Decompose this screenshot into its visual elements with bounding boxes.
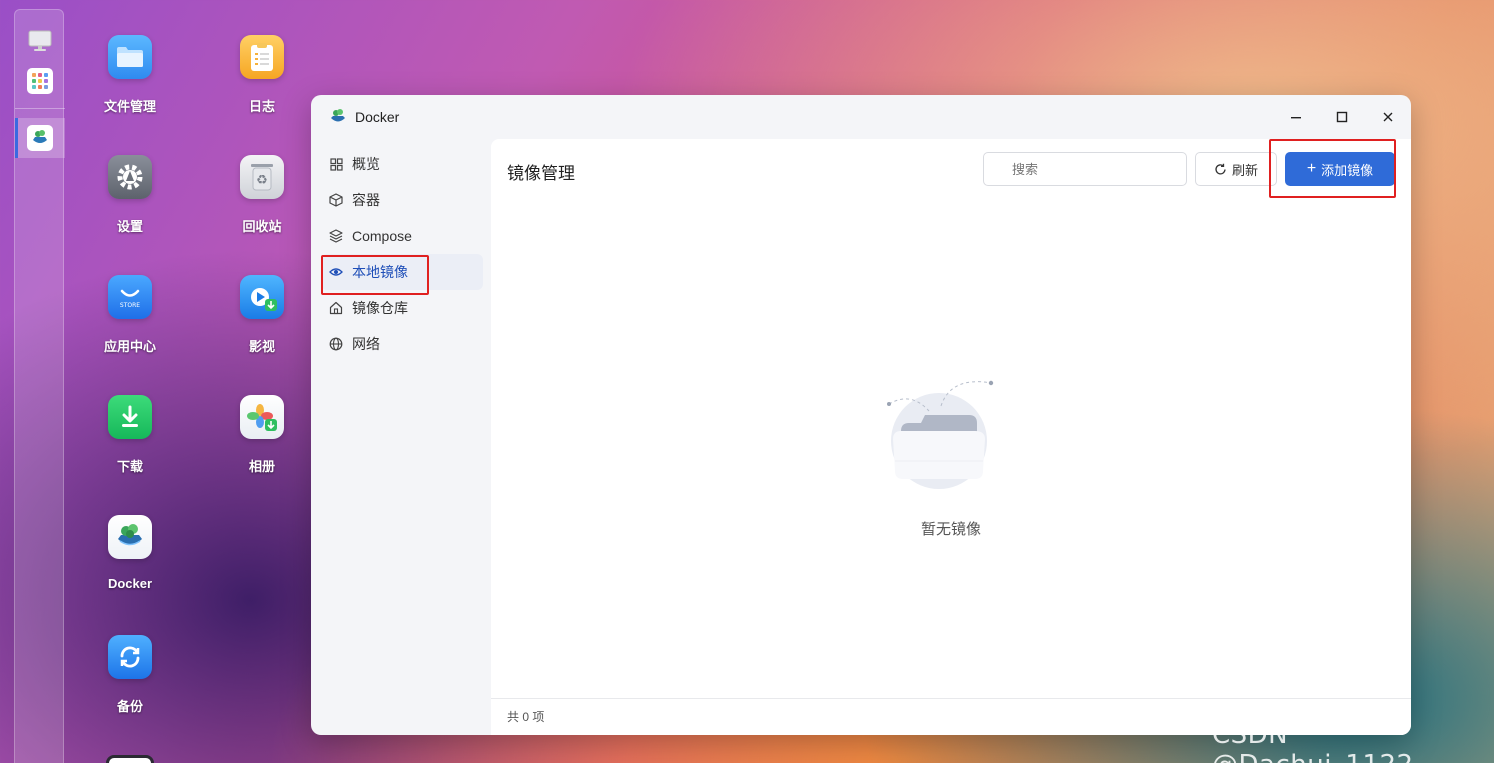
- desktop-icon-settings[interactable]: 设置: [90, 155, 170, 235]
- desktop-icon-log[interactable]: 日志: [222, 35, 302, 115]
- desktop-icon-files[interactable]: 文件管理: [90, 35, 170, 115]
- desktop-icon-label: 备份: [116, 699, 143, 714]
- store-icon: STORE: [108, 275, 152, 319]
- desktop-icon-download[interactable]: 下载: [90, 395, 170, 475]
- globe-icon: [329, 337, 343, 351]
- sidebar-item-local-images[interactable]: 本地镜像: [321, 254, 483, 290]
- sidebar-item-label: 镜像仓库: [352, 300, 408, 316]
- gear-icon: [108, 155, 152, 199]
- minimize-button[interactable]: [1286, 107, 1306, 127]
- refresh-button[interactable]: 刷新: [1195, 152, 1277, 186]
- docker-dock-icon[interactable]: [27, 125, 53, 151]
- sidebar-item-label: 网络: [352, 336, 380, 352]
- eye-icon: [329, 265, 343, 279]
- search-input[interactable]: [983, 152, 1187, 186]
- watermark: CSDN @Dachui_1122: [1212, 720, 1413, 763]
- window-title: Docker: [355, 109, 400, 125]
- grid-icon: [329, 157, 343, 171]
- desktop-icon-label: 影视: [248, 339, 275, 354]
- page-title: 镜像管理: [507, 164, 575, 183]
- desktop-icon-docker[interactable]: Docker: [90, 515, 170, 591]
- desktop-icon-label: 相册: [248, 459, 275, 474]
- sidebar-item-registry[interactable]: 镜像仓库: [321, 290, 483, 326]
- docker-icon: [108, 515, 152, 559]
- sidebar-item-containers[interactable]: 容器: [321, 182, 483, 218]
- maximize-icon: [1336, 111, 1348, 123]
- desktop-icon-photos[interactable]: 相册: [222, 395, 302, 475]
- home-icon: [329, 301, 343, 315]
- sidebar-item-label: 概览: [352, 156, 380, 172]
- folder-icon: [108, 35, 152, 79]
- desktop-icon-label: 设置: [116, 219, 143, 234]
- desktop-icon-label: 回收站: [242, 219, 282, 234]
- download-icon: [108, 395, 152, 439]
- dock-separator: [15, 108, 65, 109]
- partial-desktop-icon[interactable]: [106, 755, 154, 763]
- desktop-icon-backup[interactable]: 备份: [90, 635, 170, 715]
- desktop-icon-app-center[interactable]: STORE 应用中心: [90, 275, 170, 355]
- sidebar-item-label: Compose: [352, 228, 412, 244]
- main-content: 镜像管理 刷新 + 添加镜像 暂无镜像 共 0 项: [491, 139, 1411, 735]
- notepad-icon: [240, 35, 284, 79]
- photos-icon: [240, 395, 284, 439]
- plus-icon: +: [1306, 160, 1317, 177]
- sidebar-item-network[interactable]: 网络: [321, 326, 483, 362]
- sidebar-item-label: 本地镜像: [352, 264, 408, 280]
- minimize-icon: [1291, 117, 1301, 119]
- empty-folder-illustration: [881, 371, 1011, 501]
- svg-text:♻: ♻: [256, 173, 268, 188]
- sidebar-item-overview[interactable]: 概览: [321, 146, 483, 182]
- window-titlebar[interactable]: Docker: [311, 95, 1411, 139]
- refresh-label: 刷新: [1231, 162, 1258, 178]
- video-icon: [240, 275, 284, 319]
- docker-window: Docker 概览 容器 Compose 本地镜像 镜像仓库 网络 镜像管理 搜…: [311, 95, 1411, 735]
- desktop-icon-label: 文件管理: [103, 99, 156, 114]
- store-badge: STORE: [120, 302, 140, 309]
- layers-icon: [329, 229, 343, 243]
- desktop-icon-label: 应用中心: [103, 339, 156, 354]
- desktop-icon-label: 日志: [248, 99, 275, 114]
- sidebar-item-compose[interactable]: Compose: [321, 218, 483, 254]
- add-image-button[interactable]: + 添加镜像: [1285, 152, 1395, 186]
- app-launcher-icon[interactable]: [27, 68, 53, 94]
- dock: [14, 9, 65, 763]
- docker-title-icon: [329, 108, 347, 126]
- refresh-icon: [1214, 163, 1227, 176]
- desktop-icon-label: Docker: [107, 576, 153, 591]
- maximize-button[interactable]: [1332, 107, 1352, 127]
- empty-state-text: 暂无镜像: [920, 521, 981, 538]
- sidebar-item-label: 容器: [352, 192, 380, 208]
- desktop-icon-label: 下载: [116, 459, 143, 474]
- close-icon: [1383, 112, 1393, 122]
- desktop-icon-recycle[interactable]: ♻ 回收站: [222, 155, 302, 235]
- backup-icon: [108, 635, 152, 679]
- monitor-icon[interactable]: [27, 28, 53, 54]
- add-image-label: 添加镜像: [1321, 162, 1374, 178]
- sidebar: 概览 容器 Compose 本地镜像 镜像仓库 网络: [311, 139, 491, 735]
- cube-icon: [329, 193, 343, 207]
- recycle-icon: ♻: [240, 155, 284, 199]
- desktop-icon-video[interactable]: 影视: [222, 275, 302, 355]
- close-button[interactable]: [1378, 107, 1398, 127]
- dock-active-indicator: [15, 118, 18, 158]
